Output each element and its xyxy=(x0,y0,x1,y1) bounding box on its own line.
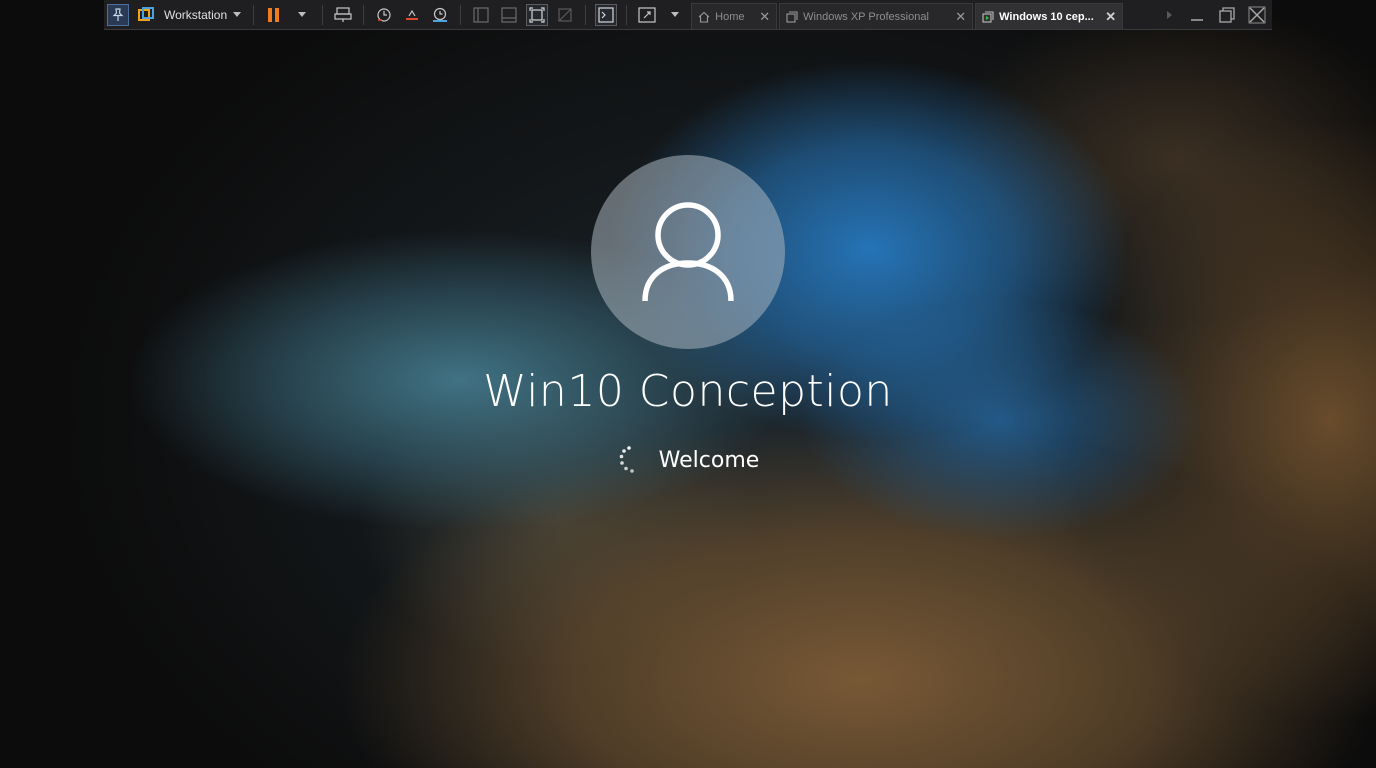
tab-label: Windows 10 cep... xyxy=(999,10,1094,23)
user-avatar-icon xyxy=(642,202,734,302)
vm-screen: Workstation Home ✕ Windows XP Profession… xyxy=(0,0,1376,768)
tab-label: Home xyxy=(715,10,745,23)
user-name: Win10 Conception xyxy=(483,366,893,417)
snapshot-manager-button[interactable] xyxy=(429,4,451,26)
snapshot-icon xyxy=(377,7,391,22)
user-avatar xyxy=(591,155,785,349)
snapshot-button[interactable] xyxy=(373,4,395,26)
workstation-menu[interactable]: Workstation xyxy=(164,7,242,22)
snapshot-manager-icon xyxy=(433,7,448,22)
minimize-icon xyxy=(1191,18,1203,21)
tab-scroll-arrow-icon[interactable] xyxy=(1167,10,1173,19)
tab-home[interactable]: Home ✕ xyxy=(691,3,778,29)
loading-spinner-icon xyxy=(617,445,643,475)
fit-guest-icon xyxy=(529,6,545,23)
fit-guest-button[interactable] xyxy=(526,3,549,26)
window-controls xyxy=(1182,0,1272,29)
close-icon[interactable]: ✕ xyxy=(759,9,770,25)
workstation-logo-icon xyxy=(135,4,157,26)
power-menu-caret[interactable] xyxy=(291,4,313,26)
fullscreen-menu-caret[interactable] xyxy=(664,4,686,26)
library-icon xyxy=(473,6,489,23)
close-window-button[interactable] xyxy=(1242,1,1272,29)
close-icon[interactable]: ✕ xyxy=(1105,9,1116,25)
toolbar-divider xyxy=(322,4,324,25)
status-text: Welcome xyxy=(658,447,760,473)
vmware-toolbar: Workstation Home ✕ Windows XP Profession… xyxy=(104,0,1272,30)
close-icon xyxy=(1248,6,1266,23)
revert-snapshot-icon xyxy=(406,9,419,20)
thumbnail-bar-button[interactable] xyxy=(498,4,520,26)
fullscreen-button[interactable] xyxy=(636,4,658,26)
restore-button[interactable] xyxy=(1212,1,1242,29)
send-keys-icon xyxy=(334,6,352,22)
home-icon xyxy=(698,11,710,23)
minimize-button[interactable] xyxy=(1182,1,1212,29)
tab-windows-xp[interactable]: Windows XP Professional ✕ xyxy=(779,3,974,29)
unity-button[interactable] xyxy=(554,4,576,26)
tab-label: Windows XP Professional xyxy=(803,10,929,23)
toolbar-divider xyxy=(626,4,628,25)
send-keys-button[interactable] xyxy=(332,4,354,26)
chevron-down-icon xyxy=(233,12,242,17)
unity-icon xyxy=(558,7,572,22)
pause-button[interactable] xyxy=(263,4,285,26)
chevron-down-icon xyxy=(671,12,680,17)
thumbnail-bar-icon xyxy=(501,6,517,23)
fullscreen-icon xyxy=(638,6,656,23)
toolbar-divider xyxy=(363,4,365,25)
pin-icon[interactable] xyxy=(107,3,129,26)
vm-icon xyxy=(786,10,798,23)
toolbar-divider xyxy=(460,4,462,25)
chevron-down-icon xyxy=(298,12,307,17)
console-icon xyxy=(598,6,614,23)
tab-windows-10[interactable]: Windows 10 cep... ✕ xyxy=(975,3,1124,29)
toolbar-divider xyxy=(253,4,255,25)
login-status: Welcome xyxy=(0,445,1376,475)
pause-icon xyxy=(268,7,280,22)
revert-snapshot-button[interactable] xyxy=(401,4,423,26)
close-icon[interactable]: ✕ xyxy=(955,9,966,25)
console-view-button[interactable] xyxy=(595,3,618,26)
library-view-button[interactable] xyxy=(470,4,492,26)
vm-running-icon xyxy=(982,10,994,23)
workstation-label: Workstation xyxy=(164,7,228,22)
toolbar-divider xyxy=(585,4,587,25)
restore-icon xyxy=(1219,6,1235,23)
